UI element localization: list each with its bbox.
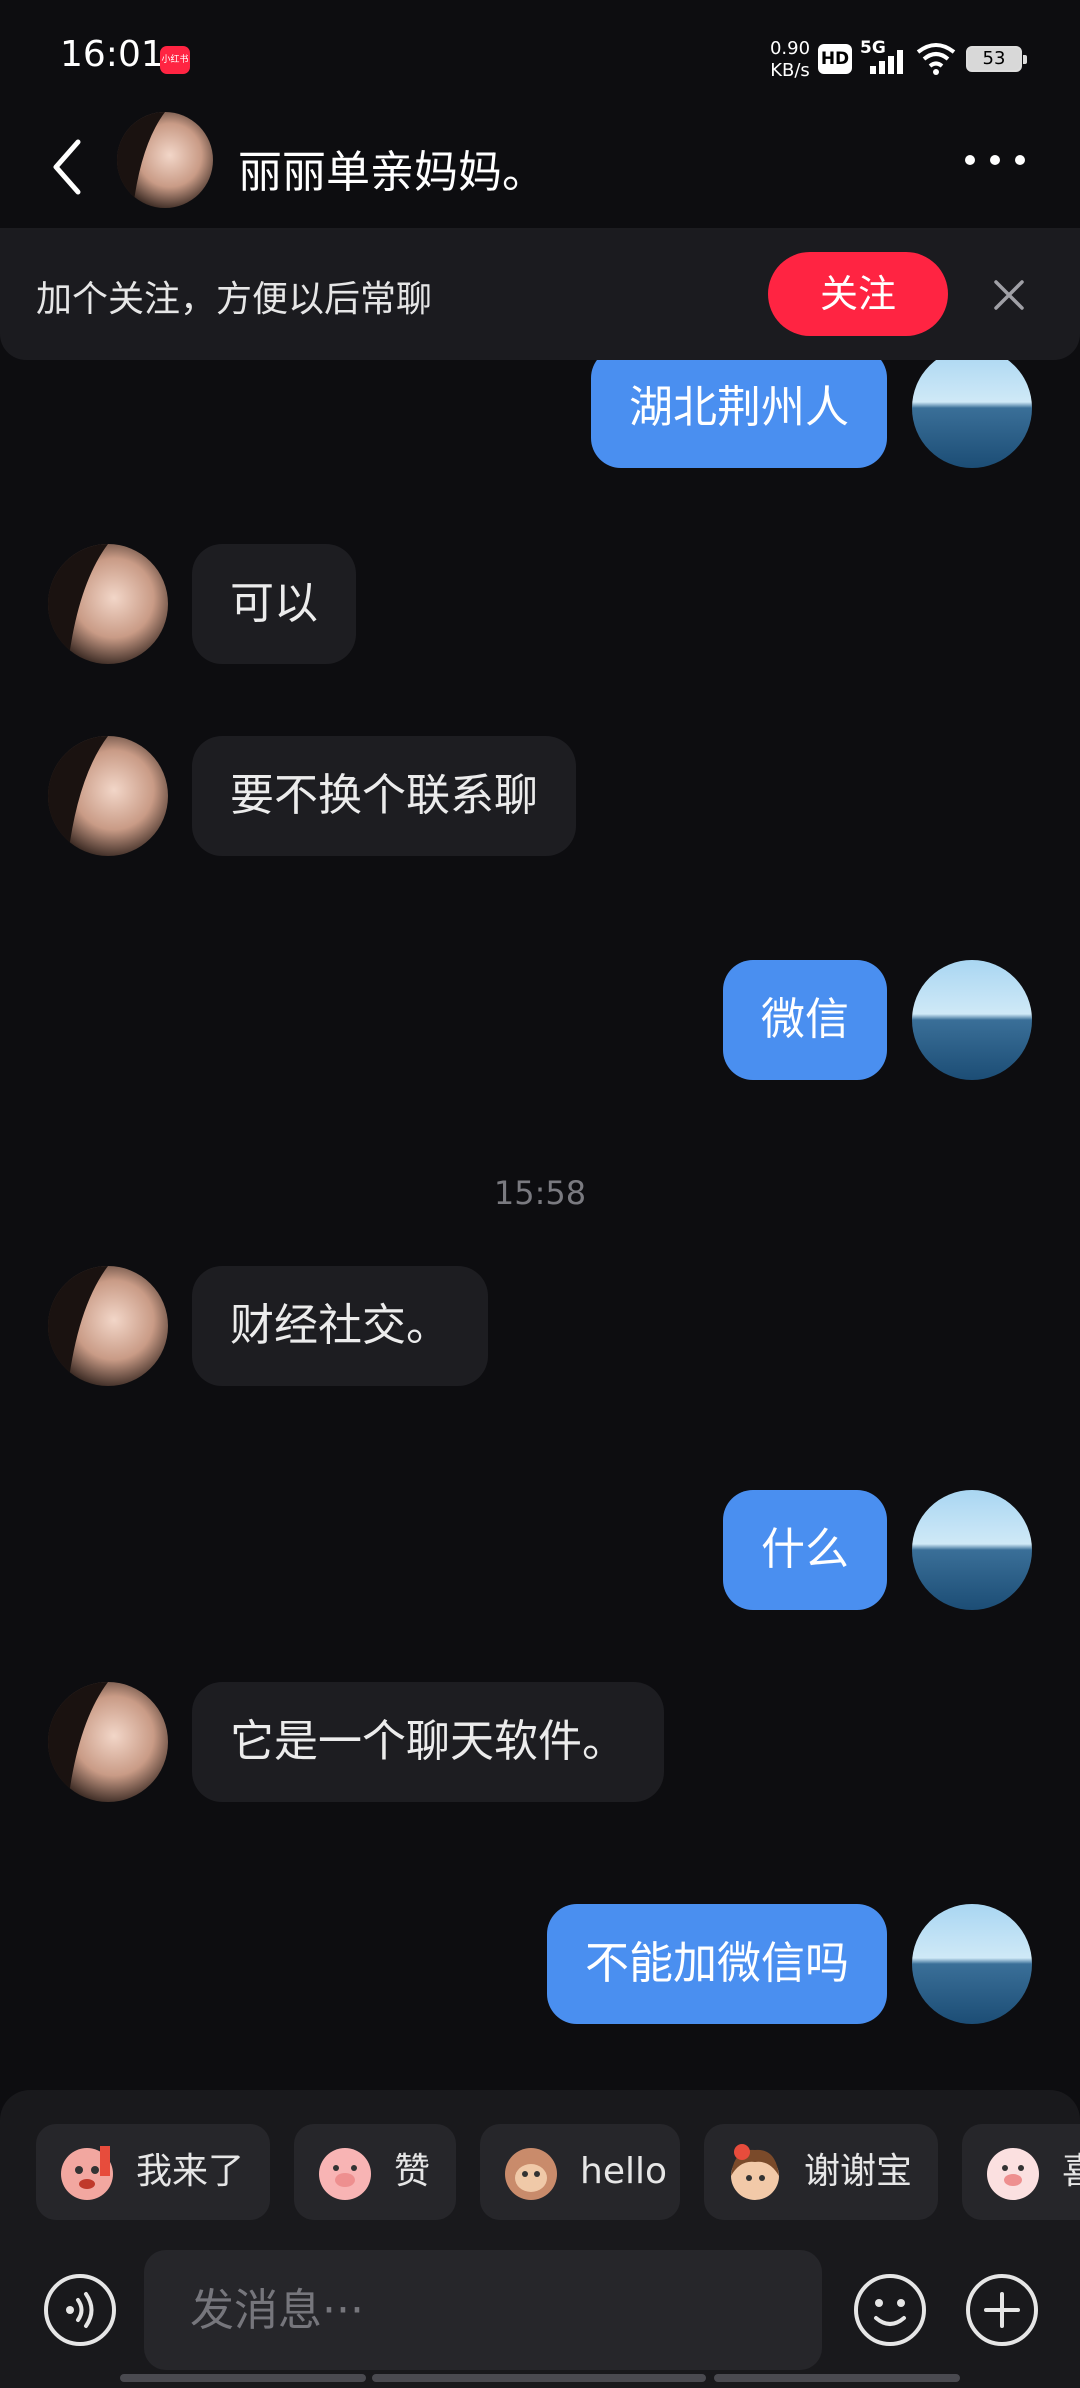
smile-icon[interactable] [850,2270,930,2350]
monkey-sticker-icon [61,2146,113,2200]
message-row: 什么 [0,1490,1080,1612]
sent-message-bubble[interactable]: 不能加微信吗 [547,1904,887,2024]
quick-reply-chip[interactable]: 我来了 [36,2124,270,2220]
message-row: 财经社交。 [0,1266,1080,1388]
network-speed-value: 0.90 [769,38,811,59]
contact-name[interactable]: 丽丽单亲妈妈。 [238,136,546,200]
my-avatar[interactable] [912,1904,1032,2024]
my-avatar[interactable] [912,348,1032,468]
message-row: 湖北荆州人 [0,348,1080,470]
message-row: 微信 [0,960,1080,1082]
my-avatar[interactable] [912,960,1032,1080]
sent-message-bubble[interactable]: 微信 [723,960,887,1080]
battery-icon: 53 [966,46,1027,72]
contact-avatar[interactable] [48,1266,168,1386]
my-avatar[interactable] [912,1490,1032,1610]
quick-reply-chip[interactable]: 谢谢宝 [704,2124,938,2220]
app-badge-icon: 小红书 [160,46,190,74]
contact-avatar[interactable] [117,112,213,208]
sent-message-bubble[interactable]: 湖北荆州人 [591,348,887,468]
quick-reply-chip[interactable]: 喜 [962,2124,1080,2220]
quick-reply-bar: 我来了 赞 hello 谢谢宝 喜 [0,2124,1080,2222]
contact-avatar[interactable] [48,736,168,856]
composer-panel: 我来了 赞 hello 谢谢宝 喜 [0,2090,1080,2388]
hd-icon: HD [818,44,852,74]
close-icon[interactable] [990,276,1028,314]
follow-prompt-text: 加个关注，方便以后常聊 [36,279,433,320]
quick-reply-label: 我来了 [136,2151,245,2192]
contact-avatar[interactable] [48,544,168,664]
quick-reply-label: hello [580,2151,667,2192]
quick-reply-label: 喜 [1062,2124,1080,2220]
network-speed: 0.90 KB/s [760,38,820,82]
nav-handle [372,2374,706,2382]
received-message-bubble[interactable]: 可以 [192,544,356,664]
follow-banner: 加个关注，方便以后常聊 关注 [0,230,1080,360]
quick-reply-chip[interactable]: 赞 [294,2124,456,2220]
sent-message-bubble[interactable]: 什么 [723,1490,887,1610]
status-bar: 16:01 小红书 0.90 KB/s HD 5G 53 [0,0,1080,110]
nav-handle [120,2374,366,2382]
message-row: 可以 [0,544,1080,666]
girl-sticker-icon [731,2144,779,2200]
status-time: 16:01 [60,34,164,75]
received-message-bubble[interactable]: 它是一个聊天软件。 [192,1682,664,1802]
pig-sticker-icon [987,2148,1039,2200]
received-message-bubble[interactable]: 要不换个联系聊 [192,736,576,856]
more-dots-icon[interactable] [960,140,1030,180]
back-button[interactable] [44,132,90,202]
network-speed-unit: KB/s [770,60,810,81]
monkey-sticker-icon [505,2148,557,2200]
chat-header: 丽丽单亲妈妈。 [0,110,1080,230]
pig-sticker-icon [319,2148,371,2200]
cellular-signal-icon: 5G [860,38,910,78]
quick-reply-label: 谢谢宝 [804,2151,913,2192]
message-list: 湖北荆州人 可以 要不换个联系聊 微信 15:58 财经社交。 什么 它是一个聊… [0,230,1080,2090]
nav-handle [714,2374,960,2382]
message-row: 不能加微信吗 [0,1904,1080,2026]
message-input[interactable] [144,2250,822,2370]
message-timestamp: 15:58 [493,1174,587,1212]
follow-button[interactable]: 关注 [768,252,948,336]
quick-reply-label: 赞 [394,2151,431,2192]
voice-icon[interactable] [40,2270,120,2350]
contact-avatar[interactable] [48,1682,168,1802]
message-row: 要不换个联系聊 [0,736,1080,858]
message-row: 它是一个聊天软件。 [0,1682,1080,1804]
received-message-bubble[interactable]: 财经社交。 [192,1266,488,1386]
plus-icon[interactable] [962,2270,1042,2350]
wifi-icon [916,43,956,75]
quick-reply-chip[interactable]: hello [480,2124,680,2220]
